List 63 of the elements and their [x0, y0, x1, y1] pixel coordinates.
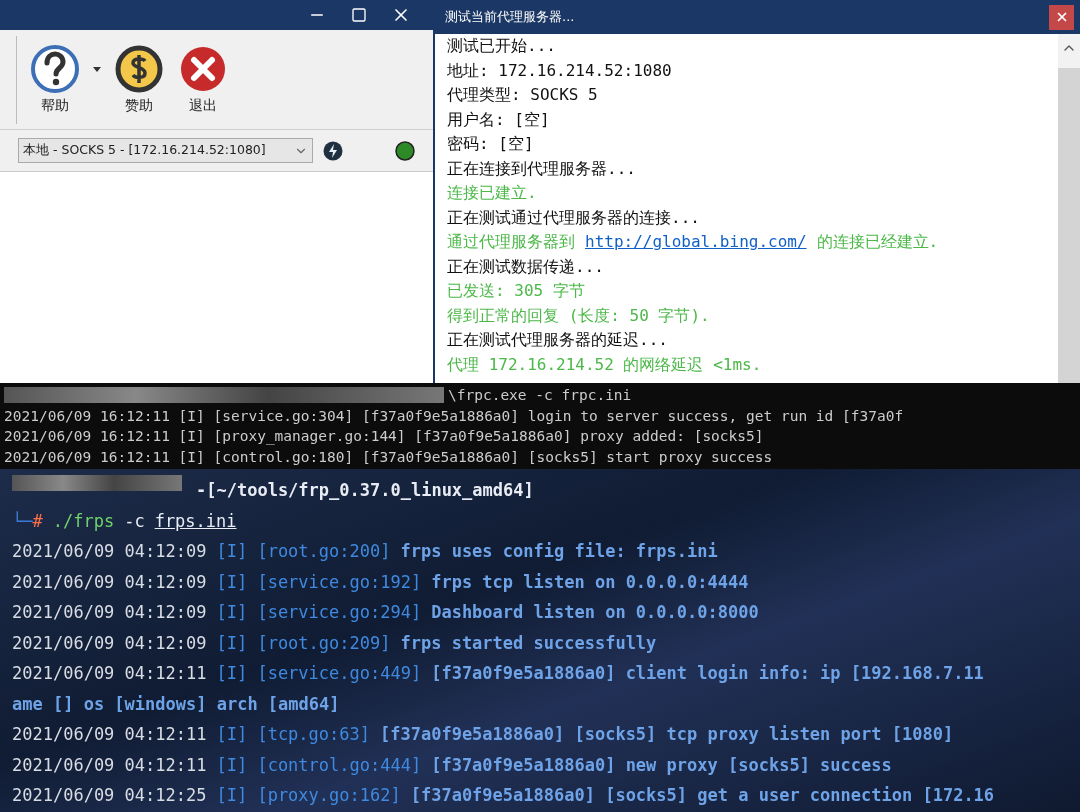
url-link[interactable]: http://global.bing.com/	[585, 232, 807, 251]
log-tag: [I] [root.go:209]	[216, 627, 391, 658]
close-circle-icon	[179, 44, 227, 93]
log-message: frps started successfully	[400, 631, 657, 655]
command-text: ./frps	[52, 509, 115, 533]
log-tag: [I] [service.go:449]	[216, 658, 422, 689]
prompt-path: -[~/tools/frp_0.37.0_linux_amd64]	[196, 479, 534, 502]
command-text: -c	[124, 509, 145, 533]
log-text: 测试已开始...	[447, 36, 556, 55]
log-time: 2021/06/09 04:12:09	[12, 540, 207, 563]
log-text: 密码: [空]	[447, 134, 534, 153]
maximize-icon[interactable]	[349, 5, 369, 25]
log-text: 正在测试通过代理服务器的连接...	[447, 207, 700, 227]
log-text: 正在连接到代理服务器...	[447, 158, 636, 178]
console-log-line: 2021/06/09 16:12:11 [I] [service.go:304] [f37a0f9e5a1886a0] login to server success, get run id [f37a0f	[4, 406, 904, 426]
toolbar-button[interactable]: 退出	[177, 44, 229, 115]
log-text: 得到正常的回复 (长度: 50 字节).	[447, 305, 710, 325]
log-text: 的连接已经建立.	[816, 232, 939, 251]
scrollbar[interactable]	[1058, 34, 1080, 383]
log-text: 正在测试代理服务器的延迟...	[447, 330, 668, 349]
console-log-line: 2021/06/09 16:12:11 [I] [proxy_manager.go:144] [f37a0f9e5a1886a0] proxy added: [socks5]	[4, 427, 764, 447]
console-log-line: 2021/06/09 16:12:11 [I] [control.go:180] [f37a0f9e5a1886a0] [socks5] start proxy success	[4, 447, 773, 467]
log-text: 代理 172.16.214.52 的网络延迟 <1ms.	[447, 354, 762, 374]
log-text: 代理类型: SOCKS 5	[447, 85, 598, 104]
log-tag: [I] [proxy.go:162]	[216, 780, 401, 811]
lightning-icon[interactable]	[323, 140, 343, 161]
log-text: 地址: 172.16.214.52:1080	[447, 60, 672, 80]
dialog-title: 测试当前代理服务器...	[445, 8, 575, 26]
log-time: 2021/06/09 04:12:11	[12, 753, 207, 777]
coin-icon	[115, 44, 163, 93]
log-time: 2021/06/09 04:12:25	[12, 784, 207, 807]
toolbar-button[interactable]: 帮助	[29, 44, 81, 115]
command-text: frps.ini	[154, 509, 237, 533]
log-tag: [I] [root.go:200]	[216, 536, 391, 567]
log-tag: [I] [tcp.go:63]	[216, 719, 370, 750]
close-button[interactable]	[1049, 4, 1074, 30]
log-tag: [I] [service.go:192]	[216, 566, 422, 597]
log-message: ame [] os [windows] arch [amd64]	[12, 692, 340, 716]
log-tag: [I] [control.go:444]	[216, 749, 422, 780]
help-icon	[31, 44, 79, 93]
log-tag: [I] [service.go:294]	[216, 597, 422, 628]
log-time: 2021/06/09 04:12:11	[12, 662, 207, 685]
log-time: 2021/06/09 04:12:09	[12, 570, 207, 594]
caret-icon[interactable]	[93, 67, 101, 72]
log-message: [f37a0f9e5a1886a0] new proxy [socks5] success	[431, 753, 892, 777]
log-time: 2021/06/09 04:12:11	[12, 723, 207, 746]
log-message: frps uses config file: frps.ini	[400, 540, 718, 563]
log-message: [f37a0f9e5a1886a0] [socks5] tcp proxy listen port [1080]	[380, 723, 954, 746]
log-text: 已发送: 305 字节	[447, 281, 585, 300]
log-message: [f37a0f9e5a1886a0] [socks5] get a user connection [172.16	[410, 784, 995, 807]
console-command: \frpc.exe -c frpc.ini	[448, 386, 632, 405]
log-time: 2021/06/09 04:12:09	[12, 631, 207, 655]
log-message: [f37a0f9e5a1886a0] client login info: ip [192.168.7.11	[431, 662, 984, 685]
log-message: Dashboard listen on 0.0.0.0:8000	[431, 601, 759, 624]
log-text: 正在测试数据传递...	[447, 256, 604, 276]
log-time: 2021/06/09 04:12:09	[12, 601, 207, 624]
toolbar-button[interactable]: 赞助	[113, 44, 165, 115]
log-text: 通过代理服务器到	[447, 232, 575, 251]
log-text: 连接已建立.	[447, 183, 537, 202]
log-text: 用户名: [空]	[447, 109, 550, 129]
log-message: frps tcp listen on 0.0.0.0:4444	[431, 570, 749, 594]
proxy-dropdown[interactable]: 本地 - SOCKS 5 - [172.16.214.52:1080]	[18, 138, 313, 163]
prompt-symbol: └─#	[12, 509, 43, 533]
